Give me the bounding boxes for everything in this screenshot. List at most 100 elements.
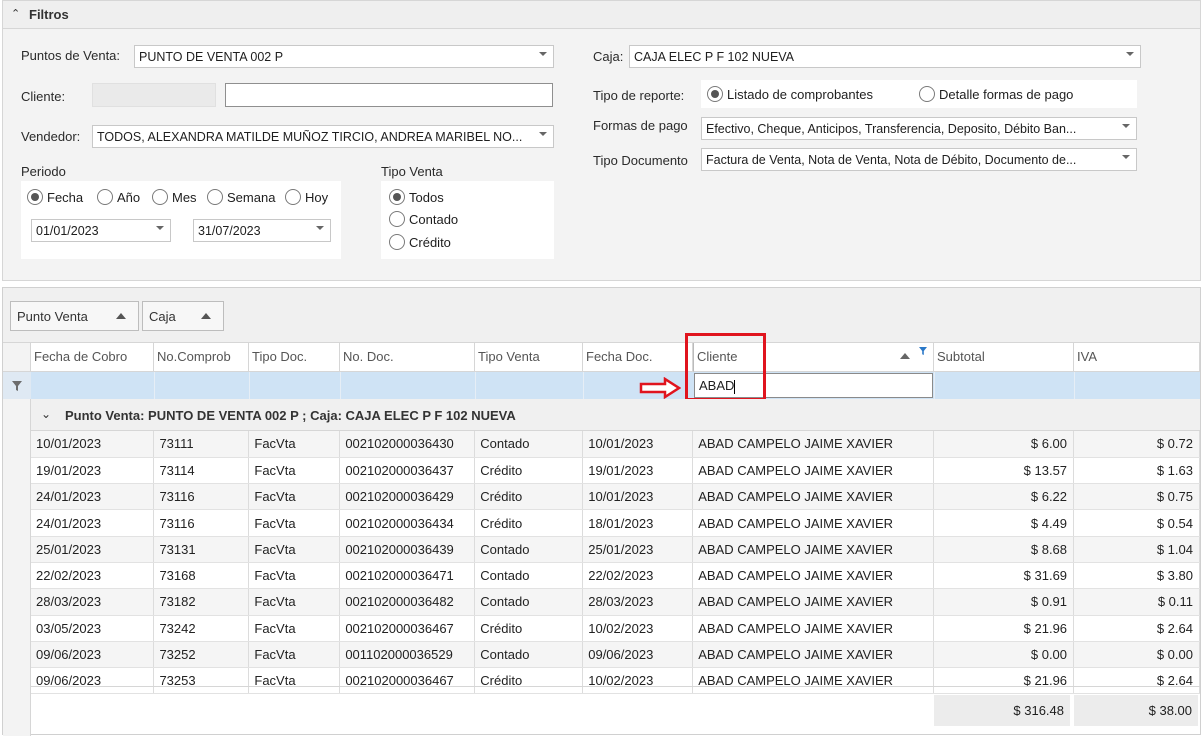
highlight-box bbox=[685, 333, 766, 401]
periodo-radio-hoy[interactable]: Hoy bbox=[285, 189, 328, 205]
table-row[interactable]: 28/03/2023 73182 FacVta 002102000036482 Cont… bbox=[31, 588, 1200, 616]
col-header-subtotal[interactable]: Subtotal bbox=[934, 343, 1074, 372]
tipo-reporte-radio-detalle[interactable]: Detalle formas de pago bbox=[919, 86, 1073, 102]
data-table: 10/01/2023 73111 FacVta 002102000036430 Cont… bbox=[31, 431, 1200, 695]
fecha-desde-field[interactable]: 01/01/2023 bbox=[31, 219, 171, 242]
periodo-radio-fecha[interactable]: Fecha bbox=[27, 189, 83, 205]
table-cell: 25/01/2023 bbox=[582, 536, 694, 563]
tipo-documento-combo[interactable]: Factura de Venta, Nota de Venta, Nota de… bbox=[701, 148, 1137, 171]
total-iva: $ 38.00 bbox=[1074, 695, 1198, 726]
tipo-venta-radio-credito[interactable]: Crédito bbox=[389, 234, 451, 250]
filters-header[interactable]: ⌃ Filtros bbox=[3, 1, 1200, 29]
tipo-venta-radio-todos[interactable]: Todos bbox=[389, 189, 444, 205]
periodo-radio-mes[interactable]: Mes bbox=[152, 189, 197, 205]
periodo-radio-semana[interactable]: Semana bbox=[207, 189, 275, 205]
arrow-right-icon bbox=[639, 377, 681, 399]
table-cell: Crédito bbox=[474, 457, 584, 485]
dropdown-arrow-icon bbox=[156, 226, 164, 230]
col-header-fecha-doc[interactable]: Fecha Doc. bbox=[583, 343, 693, 372]
fecha-hasta-field[interactable]: 31/07/2023 bbox=[193, 219, 331, 242]
table-row[interactable]: 24/01/2023 73116 FacVta 002102000036434 Créd… bbox=[31, 509, 1200, 537]
group-row-label: Punto Venta: PUNTO DE VENTA 002 P ; Caja… bbox=[65, 408, 516, 423]
radio-icon bbox=[152, 189, 168, 205]
table-cell: 002102000036467 bbox=[339, 667, 476, 695]
puntos-venta-combo[interactable]: PUNTO DE VENTA 002 P bbox=[134, 45, 554, 68]
table-cell: ABAD CAMPELO JAIME XAVIER bbox=[692, 483, 935, 511]
cliente-name-field[interactable] bbox=[225, 83, 553, 107]
table-cell: FacVta bbox=[248, 457, 341, 485]
filter-divider bbox=[934, 372, 935, 399]
col-header-iva[interactable]: IVA bbox=[1074, 343, 1200, 372]
group-row[interactable]: ⌄ Punto Venta: PUNTO DE VENTA 002 P ; Ca… bbox=[31, 399, 1200, 431]
table-row[interactable]: 22/02/2023 73168 FacVta 002102000036471 Cont… bbox=[31, 562, 1200, 590]
table-cell: 22/02/2023 bbox=[31, 562, 155, 590]
filter-divider bbox=[340, 372, 341, 399]
row-indicator-column bbox=[3, 343, 31, 736]
table-cell: ABAD CAMPELO JAIME XAVIER bbox=[692, 457, 935, 485]
total-subtotal: $ 316.48 bbox=[934, 695, 1070, 726]
table-row[interactable]: 03/05/2023 73242 FacVta 002102000036467 Créd… bbox=[31, 615, 1200, 642]
table-cell: 10/01/2023 bbox=[582, 483, 694, 511]
table-cell: 19/01/2023 bbox=[31, 457, 155, 485]
vendedor-combo[interactable]: TODOS, ALEXANDRA MATILDE MUÑOZ TIRCIO, A… bbox=[92, 125, 554, 148]
filter-divider bbox=[154, 372, 155, 399]
table-cell: $ 0.75 bbox=[1073, 483, 1200, 511]
table-row[interactable]: 19/01/2023 73114 FacVta 002102000036437 Créd… bbox=[31, 457, 1200, 485]
table-cell: Crédito bbox=[474, 483, 584, 511]
caja-label: Caja: bbox=[593, 49, 624, 64]
table-cell: 002102000036437 bbox=[339, 457, 476, 485]
auto-filter-row bbox=[31, 372, 1200, 399]
radio-checked-icon bbox=[707, 86, 723, 102]
col-header-tipo-venta[interactable]: Tipo Venta bbox=[475, 343, 583, 372]
col-header-no-comprob[interactable]: No.Comprob bbox=[154, 343, 249, 372]
table-cell: $ 0.91 bbox=[933, 588, 1075, 616]
table-row[interactable]: 09/06/2023 73253 FacVta 002102000036467 Créd… bbox=[31, 667, 1200, 695]
col-header-no-doc[interactable]: No. Doc. bbox=[340, 343, 475, 372]
table-cell: FacVta bbox=[248, 615, 341, 642]
table-cell: 73252 bbox=[153, 641, 250, 669]
tipo-reporte-box: Listado de comprobantes Detalle formas d… bbox=[701, 80, 1137, 108]
table-cell: Contado bbox=[474, 536, 584, 563]
table-cell: $ 6.00 bbox=[933, 431, 1075, 458]
table-cell: $ 13.57 bbox=[933, 457, 1075, 485]
table-cell: 10/02/2023 bbox=[582, 667, 694, 695]
caja-combo[interactable]: CAJA ELEC P F 102 NUEVA bbox=[629, 45, 1141, 68]
table-cell: 001102000036529 bbox=[339, 641, 476, 669]
radio-icon bbox=[207, 189, 223, 205]
table-cell: ABAD CAMPELO JAIME XAVIER bbox=[692, 641, 935, 669]
table-cell: FacVta bbox=[248, 562, 341, 590]
table-row[interactable]: 10/01/2023 73111 FacVta 002102000036430 Cont… bbox=[31, 431, 1200, 458]
table-cell: $ 4.49 bbox=[933, 509, 1075, 537]
table-cell: 10/01/2023 bbox=[582, 431, 694, 458]
table-cell: FacVta bbox=[248, 588, 341, 616]
periodo-radio-anio[interactable]: Año bbox=[97, 189, 140, 205]
group-chip-caja[interactable]: Caja bbox=[142, 301, 224, 331]
table-cell: 002102000036471 bbox=[339, 562, 476, 590]
formas-pago-combo[interactable]: Efectivo, Cheque, Anticipos, Transferenc… bbox=[701, 117, 1137, 140]
filter-divider bbox=[1074, 372, 1075, 399]
table-cell: $ 31.69 bbox=[933, 562, 1075, 590]
col-header-tipo-doc[interactable]: Tipo Doc. bbox=[249, 343, 340, 372]
table-cell: 002102000036482 bbox=[339, 588, 476, 616]
table-cell: 002102000036429 bbox=[339, 483, 476, 511]
chevron-down-icon[interactable]: ⌄ bbox=[41, 407, 51, 421]
table-cell: 73114 bbox=[153, 457, 250, 485]
tipo-venta-radio-contado[interactable]: Contado bbox=[389, 211, 458, 227]
table-row[interactable]: 24/01/2023 73116 FacVta 002102000036429 Créd… bbox=[31, 483, 1200, 511]
table-cell: $ 6.22 bbox=[933, 483, 1075, 511]
radio-icon bbox=[919, 86, 935, 102]
table-cell: Contado bbox=[474, 641, 584, 669]
group-chip-punto-venta[interactable]: Punto Venta bbox=[10, 301, 139, 331]
tipo-reporte-label: Tipo de reporte: bbox=[593, 88, 685, 103]
radio-checked-icon bbox=[389, 189, 405, 205]
dropdown-arrow-icon bbox=[316, 226, 324, 230]
table-cell: 002102000036434 bbox=[339, 509, 476, 537]
chevron-up-icon[interactable]: ⌃ bbox=[11, 7, 20, 20]
table-cell: ABAD CAMPELO JAIME XAVIER bbox=[692, 667, 935, 695]
filter-active-icon[interactable] bbox=[919, 347, 927, 355]
table-row[interactable]: 25/01/2023 73131 FacVta 002102000036439 Cont… bbox=[31, 536, 1200, 563]
tipo-reporte-radio-listado[interactable]: Listado de comprobantes bbox=[707, 86, 873, 102]
col-header-fecha-cobro[interactable]: Fecha de Cobro bbox=[31, 343, 154, 372]
filters-panel: ⌃ Filtros Puntos de Venta: PUNTO DE VENT… bbox=[2, 0, 1201, 281]
table-row[interactable]: 09/06/2023 73252 FacVta 001102000036529 Cont… bbox=[31, 641, 1200, 669]
